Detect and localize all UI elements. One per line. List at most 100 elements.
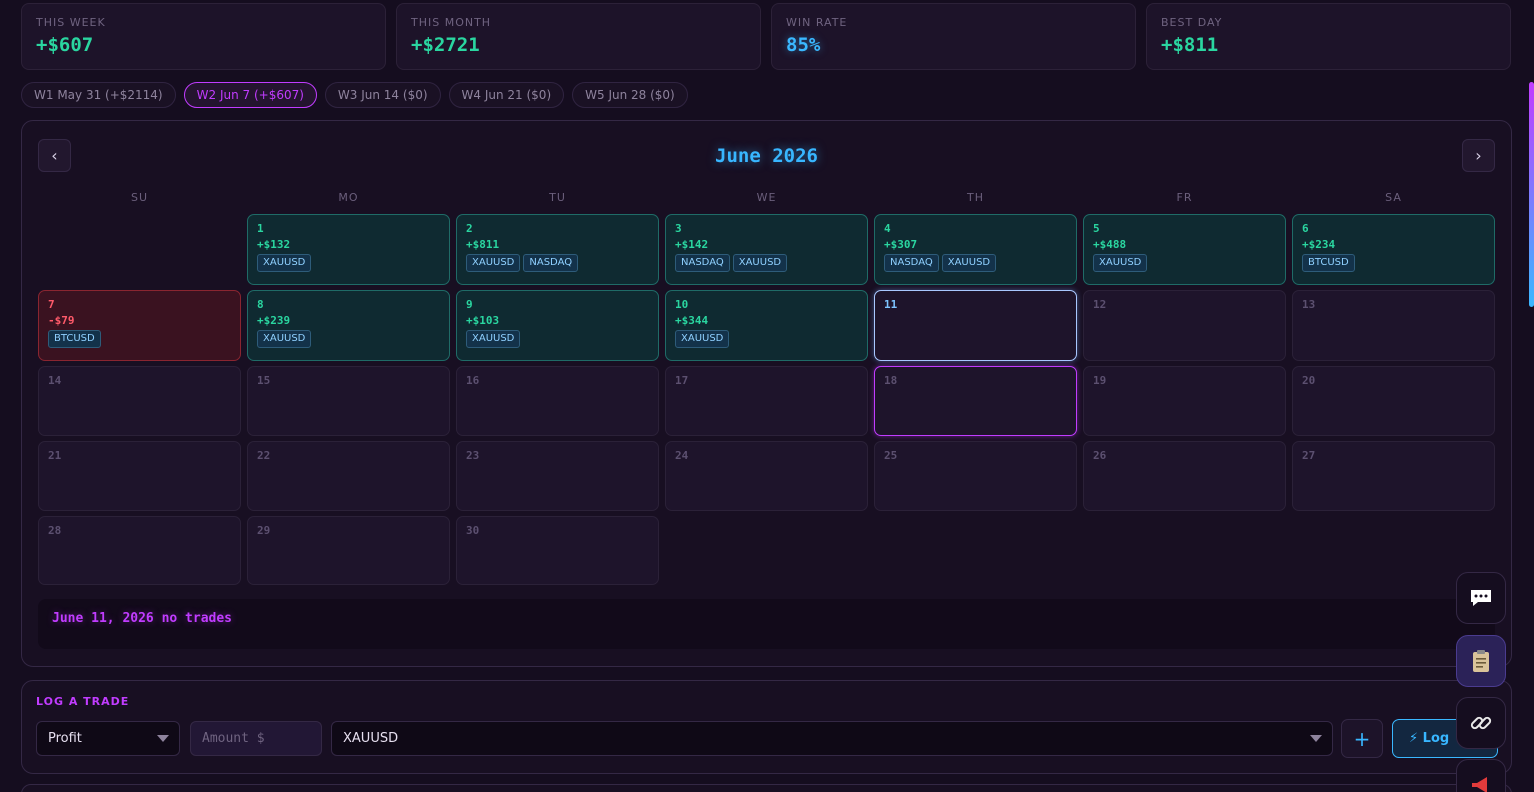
day-number: 18 <box>884 374 898 387</box>
weekday-label: SU <box>130 191 149 204</box>
calendar-day-15[interactable]: 15 <box>247 366 450 436</box>
week-tabs: W1 May 31 (+$2114) W2 Jun 7 (+$607) W3 J… <box>21 82 688 108</box>
day-number: 20 <box>1302 374 1316 387</box>
calendar-day-12[interactable]: 12 <box>1083 290 1286 361</box>
calendar-day-19[interactable]: 19 <box>1083 366 1286 436</box>
stat-value: 85% <box>786 34 821 56</box>
day-pnl: +$488 <box>1093 238 1127 251</box>
amount-input[interactable]: Amount $ <box>190 721 322 756</box>
day-pnl: +$344 <box>675 314 709 327</box>
day-number: 30 <box>466 524 480 537</box>
day-number: 3 <box>675 222 682 235</box>
day-number: 7 <box>48 298 55 311</box>
chevron-down-icon <box>1310 735 1322 742</box>
calendar-day-28[interactable]: 28 <box>38 516 241 585</box>
stat-label: THIS WEEK <box>36 16 106 29</box>
scrollbar[interactable] <box>1529 82 1534 307</box>
add-symbol-button[interactable]: + <box>1341 719 1383 758</box>
calendar-day-24[interactable]: 24 <box>665 441 868 511</box>
calendar-day-2[interactable]: 2 +$811 XAUUSD NASDAQ <box>456 214 659 285</box>
symbol-tags: XAUUSD <box>257 330 440 348</box>
day-number: 9 <box>466 298 473 311</box>
day-number: 27 <box>1302 449 1316 462</box>
calendar-day-14[interactable]: 14 <box>38 366 241 436</box>
week-tab-w4[interactable]: W4 Jun 21 ($0) <box>448 82 565 108</box>
weekday-label: FR <box>1176 191 1193 204</box>
next-month-button[interactable]: › <box>1462 139 1495 172</box>
trade-type-select[interactable]: Profit <box>36 721 180 756</box>
calendar-day-6[interactable]: 6 +$234 BTCUSD <box>1292 214 1495 285</box>
symbol-select[interactable]: XAUUSD <box>331 721 1333 756</box>
weekday-header: SU MO TU WE TH FR SA <box>38 191 1495 204</box>
calendar-day-4[interactable]: 4 +$307 NASDAQ XAUUSD <box>874 214 1077 285</box>
symbol-tags: XAUUSD <box>257 254 440 272</box>
symbol-tags: BTCUSD <box>1302 254 1485 272</box>
symbol-tags: XAUUSD NASDAQ <box>466 254 649 272</box>
symbol-tag: NASDAQ <box>523 254 579 272</box>
calendar-day-3[interactable]: 3 +$142 NASDAQ XAUUSD <box>665 214 868 285</box>
stat-value: +$607 <box>36 34 94 56</box>
calendar-day-8[interactable]: 8 +$239 XAUUSD <box>247 290 450 361</box>
calendar-day-13[interactable]: 13 <box>1292 290 1495 361</box>
calendar-day-27[interactable]: 27 <box>1292 441 1495 511</box>
calendar-day-5[interactable]: 5 +$488 XAUUSD <box>1083 214 1286 285</box>
day-pnl: +$239 <box>257 314 291 327</box>
month-title: June 2026 <box>715 145 818 167</box>
day-number: 22 <box>257 449 271 462</box>
day-number: 14 <box>48 374 62 387</box>
calendar-day-22[interactable]: 22 <box>247 441 450 511</box>
clipboard-icon <box>1473 650 1489 672</box>
day-number: 2 <box>466 222 473 235</box>
calendar-day-23[interactable]: 23 <box>456 441 659 511</box>
symbol-tags: NASDAQ XAUUSD <box>675 254 858 272</box>
day-number: 23 <box>466 449 480 462</box>
stat-this-week: THIS WEEK +$607 <box>21 3 386 70</box>
week-tab-w2[interactable]: W2 Jun 7 (+$607) <box>183 82 317 108</box>
day-number: 8 <box>257 298 264 311</box>
symbol-tags: BTCUSD <box>48 330 231 348</box>
symbol-tags: XAUUSD <box>675 330 858 348</box>
calendar-day-16[interactable]: 16 <box>456 366 659 436</box>
chat-button[interactable] <box>1456 572 1506 624</box>
calendar-day-10[interactable]: 10 +$344 XAUUSD <box>665 290 868 361</box>
announce-button[interactable] <box>1456 759 1506 792</box>
day-number: 16 <box>466 374 480 387</box>
calendar-day-11[interactable]: 11 <box>874 290 1077 361</box>
day-pnl: +$103 <box>466 314 500 327</box>
symbol-tag: XAUUSD <box>466 330 521 348</box>
stat-this-month: THIS MONTH +$2721 <box>396 3 761 70</box>
calendar-day-9[interactable]: 9 +$103 XAUUSD <box>456 290 659 361</box>
link-button[interactable] <box>1456 697 1506 749</box>
calendar-day-1[interactable]: 1 +$132 XAUUSD <box>247 214 450 285</box>
trade-type-value: Profit <box>48 731 82 746</box>
calendar-day-17[interactable]: 17 <box>665 366 868 436</box>
symbol-tag: XAUUSD <box>257 330 312 348</box>
symbol-tags: NASDAQ XAUUSD <box>884 254 1067 272</box>
week-tab-w5[interactable]: W5 Jun 28 ($0) <box>572 82 688 108</box>
weekday-label: WE <box>756 191 777 204</box>
calendar-day-26[interactable]: 26 <box>1083 441 1286 511</box>
day-number: 17 <box>675 374 689 387</box>
weekday-label: TH <box>967 191 984 204</box>
calendar-day-29[interactable]: 29 <box>247 516 450 585</box>
journal-button[interactable] <box>1456 635 1506 687</box>
week-tab-w1[interactable]: W1 May 31 (+$2114) <box>21 82 176 108</box>
week-tab-w3[interactable]: W3 Jun 14 ($0) <box>324 82 441 108</box>
day-number: 26 <box>1093 449 1107 462</box>
symbol-tag: XAUUSD <box>732 254 788 272</box>
stat-value: +$2721 <box>411 34 480 56</box>
calendar-day-30[interactable]: 30 <box>456 516 659 585</box>
symbol-value: XAUUSD <box>343 731 399 746</box>
stats-row: THIS WEEK +$607 THIS MONTH +$2721 WIN RA… <box>21 3 1511 70</box>
calendar-day-21[interactable]: 21 <box>38 441 241 511</box>
calendar-empty-cell <box>38 214 241 285</box>
weekday-label: TU <box>549 191 566 204</box>
calendar-day-20[interactable]: 20 <box>1292 366 1495 436</box>
day-number: 1 <box>257 222 264 235</box>
next-panel-edge <box>21 784 1512 792</box>
calendar-day-25[interactable]: 25 <box>874 441 1077 511</box>
day-number: 15 <box>257 374 271 387</box>
calendar-day-18[interactable]: 18 <box>874 366 1077 436</box>
stat-best-day: BEST DAY +$811 <box>1146 3 1511 70</box>
calendar-day-7[interactable]: 7 -$79 BTCUSD <box>38 290 241 361</box>
